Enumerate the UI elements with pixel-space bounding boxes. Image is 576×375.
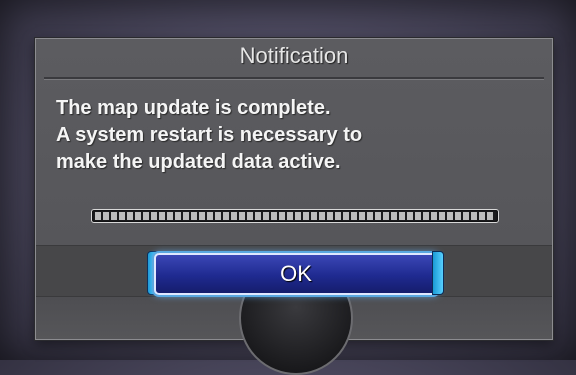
title-divider (44, 77, 544, 80)
ok-button[interactable]: OK (154, 253, 438, 295)
update-progress-bar (91, 209, 499, 223)
message-line-2: A system restart is necessary to (56, 124, 363, 146)
progress-fill (95, 212, 495, 220)
ok-button-right-accent (432, 251, 444, 295)
message-line-3: make the updated data active. (56, 151, 341, 173)
notification-dialog: Notification The map update is complete.… (35, 38, 553, 375)
dialog-title: Notification (239, 43, 349, 68)
dialog-message: The map update is complete. A system res… (56, 95, 536, 176)
message-line-1: The map update is complete. (56, 97, 331, 119)
